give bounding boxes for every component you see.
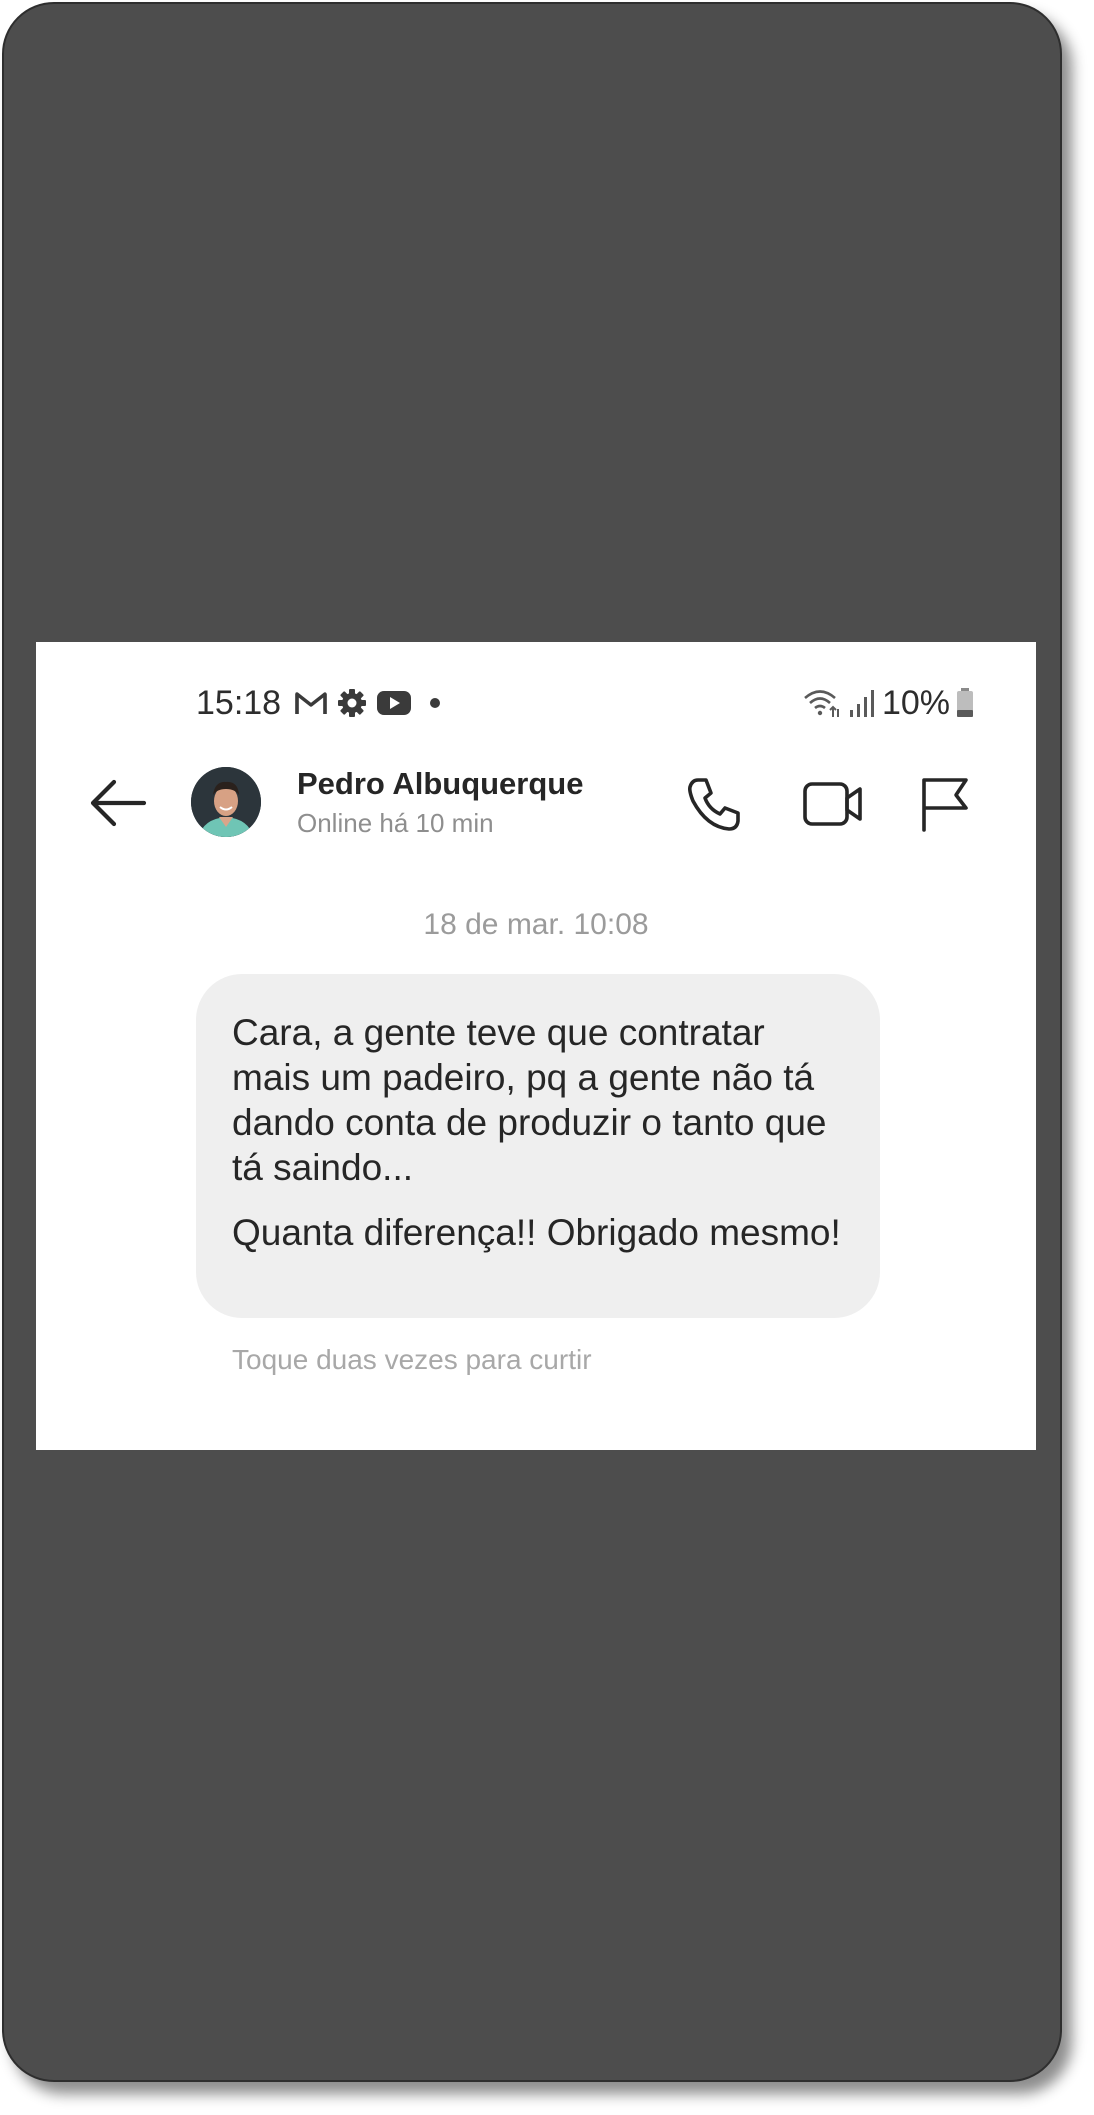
message-text: Cara, a gente teve que contratar mais um… (232, 1012, 827, 1188)
settings-icon (337, 688, 367, 718)
back-button[interactable] (88, 776, 148, 830)
video-camera-icon (803, 782, 862, 826)
video-call-button[interactable] (802, 774, 864, 834)
contact-name[interactable]: Pedro Albuquerque (297, 766, 583, 802)
gmail-icon (294, 690, 328, 716)
wifi-icon (802, 687, 842, 719)
like-hint: Toque duas vezes para curtir (232, 1344, 592, 1375)
call-button[interactable] (684, 774, 744, 834)
contact-status: Online há 10 min (297, 808, 494, 838)
chat-screen: 15:18 10% Pedro Albuquerque Online há 10… (36, 642, 1036, 1450)
youtube-icon (376, 690, 412, 716)
battery-icon (956, 688, 974, 718)
back-arrow-icon (90, 779, 147, 827)
phone-icon (688, 778, 740, 831)
message-bubble[interactable]: Cara, a gente teve que contratar mais um… (196, 974, 880, 1318)
notification-icons (294, 688, 441, 718)
chat-header: Pedro Albuquerque Online há 10 min (36, 752, 1036, 852)
date-separator: 18 de mar. 10:08 (423, 908, 649, 941)
notification-dot-icon (429, 697, 441, 709)
signal-icon (848, 688, 876, 718)
system-icons: 10% (802, 683, 974, 722)
battery-percentage: 10% (881, 683, 950, 722)
message-text: Quanta diferença!! Obrigado mesmo! (232, 1212, 841, 1253)
report-button[interactable] (916, 774, 972, 834)
flag-icon (922, 778, 968, 832)
status-time: 15:18 (196, 684, 282, 722)
status-bar: 15:18 10% (36, 642, 1036, 732)
avatar[interactable] (191, 767, 261, 837)
phone-frame: 15:18 10% Pedro Albuquerque Online há 10… (2, 2, 1062, 2082)
contact-photo (191, 767, 261, 837)
